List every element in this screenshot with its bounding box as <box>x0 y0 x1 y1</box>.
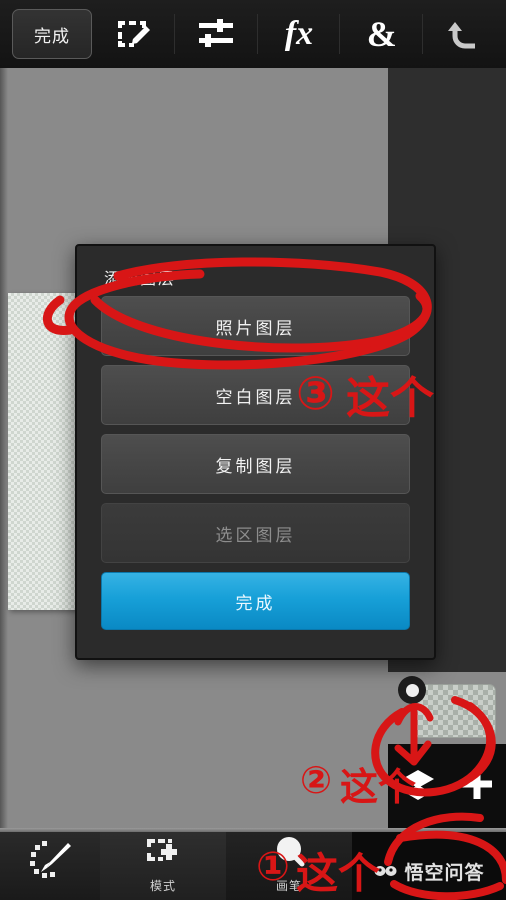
brush-icon <box>26 837 74 888</box>
mode-tool-button[interactable]: 模式 <box>100 828 226 900</box>
annotation-3-text: 这个 <box>346 374 434 423</box>
dialog-option-list: 照片图层 空白图层 复制图层 选区图层 完成 <box>101 296 410 639</box>
layer-visibility-dot-icon[interactable] <box>398 676 426 704</box>
tool-effects[interactable]: fx <box>258 0 341 68</box>
top-toolbar: 完成 fx & <box>0 0 506 68</box>
plus-icon <box>459 766 495 807</box>
adjustments-icon <box>195 16 237 52</box>
canvas-left-shadow <box>0 68 8 828</box>
selection-layer-option: 选区图层 <box>101 503 410 563</box>
photo-layer-label: 照片图层 <box>215 318 296 338</box>
brush-tool-button[interactable] <box>0 828 100 900</box>
photo-editor-app: 完成 fx & 添加图层 照片图层 空白图层 复制图层 选区图层 完成 模式 画… <box>0 0 506 900</box>
tool-adjustments[interactable] <box>175 0 258 68</box>
tool-ampersand[interactable]: & <box>340 0 424 68</box>
undo-icon <box>445 16 485 52</box>
dialog-confirm-button[interactable]: 完成 <box>101 572 410 630</box>
annotation-2-number: ② <box>300 760 333 802</box>
selection-layer-label: 选区图层 <box>215 525 296 545</box>
mode-tool-label: 模式 <box>149 878 176 893</box>
duplicate-layer-option[interactable]: 复制图层 <box>101 434 410 494</box>
watermark-text: 悟空问答 <box>404 862 485 884</box>
photo-layer-option[interactable]: 照片图层 <box>101 296 410 356</box>
dialog-title: 添加图层 <box>104 271 177 288</box>
add-layer-button[interactable] <box>447 744 506 828</box>
topbar-done-label: 完成 <box>34 26 70 46</box>
dialog-confirm-label: 完成 <box>235 593 276 613</box>
bottombar-top-divider <box>0 828 506 832</box>
ampersand-icon: & <box>366 14 397 54</box>
duplicate-layer-label: 复制图层 <box>215 456 296 476</box>
annotation-3-number: ③ <box>296 367 335 419</box>
tool-selection-edit[interactable] <box>92 0 175 68</box>
bottom-toolbar: 模式 画笔 悟空问答 <box>0 828 506 900</box>
add-layer-dialog: 添加图层 照片图层 空白图层 复制图层 选区图层 完成 <box>75 244 436 660</box>
selection-edit-icon <box>112 13 154 55</box>
annotation-2-text: 这个 <box>340 767 417 809</box>
annotation-1-number: ① <box>256 845 290 889</box>
topbar-done-button[interactable]: 完成 <box>12 9 92 59</box>
blank-layer-label: 空白图层 <box>215 387 296 407</box>
annotation-1-text: 这个 <box>296 850 381 897</box>
tool-undo[interactable] <box>423 0 506 68</box>
selection-add-icon <box>143 835 183 874</box>
canvas-layer-strip[interactable] <box>8 293 85 610</box>
effects-fx-icon: fx <box>284 15 314 52</box>
